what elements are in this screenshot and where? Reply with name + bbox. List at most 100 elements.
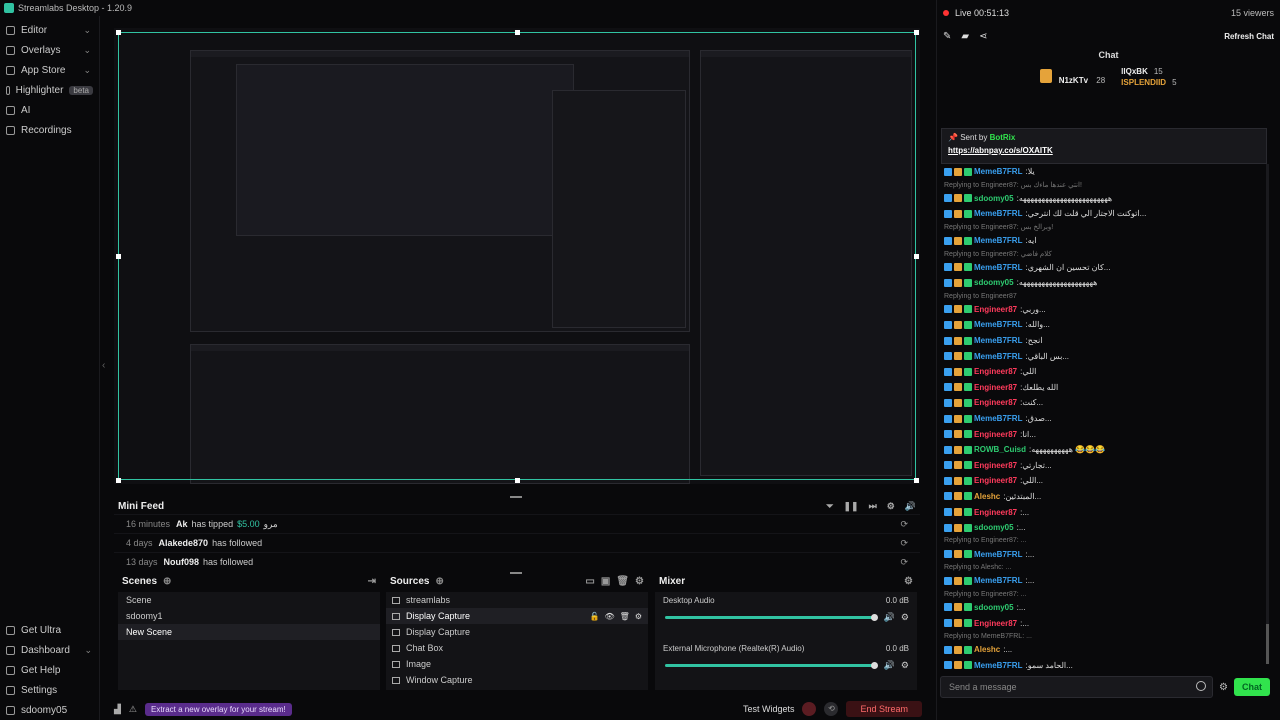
chevron-down-icon[interactable]: ⌄ xyxy=(83,65,91,76)
slider-knob[interactable] xyxy=(871,614,878,621)
chat-message[interactable]: Engineer87: ... xyxy=(944,504,1270,520)
repeat-alert-icon[interactable]: ⟳ xyxy=(900,519,908,530)
resize-handle[interactable] xyxy=(515,478,520,483)
pinned-message[interactable]: 📌 Sent by BotRix https://abnpay.co/s/OXA… xyxy=(941,128,1267,164)
lock-icon[interactable]: 🔓 xyxy=(590,612,600,621)
chat-message[interactable]: MemeB7FRL: ... xyxy=(944,546,1270,562)
edit-icon[interactable]: ✎ xyxy=(943,31,951,42)
mixer-gear-icon[interactable]: ⚙ xyxy=(901,612,909,623)
folder-icon[interactable]: ▭ xyxy=(585,576,594,587)
chat-username[interactable]: MemeB7FRL xyxy=(974,576,1022,585)
chat-username[interactable]: Aleshc xyxy=(974,492,1000,501)
mixer-settings-icon[interactable]: ⚙ xyxy=(904,576,913,587)
repeat-alert-icon[interactable]: ⟳ xyxy=(900,538,908,549)
chat-message[interactable]: MemeB7FRL: صدق... xyxy=(944,411,1270,427)
scene-collapse-icon[interactable]: ⇥ xyxy=(368,576,376,587)
source-item[interactable]: Display Capture xyxy=(386,624,648,640)
sidebar-item-app-store[interactable]: App Store ⌄ xyxy=(0,60,99,80)
source-item[interactable]: Window Capture xyxy=(386,672,648,688)
refresh-chat-button[interactable]: Refresh Chat xyxy=(1224,32,1274,41)
trash-icon[interactable]: 🗑 xyxy=(620,612,630,621)
replay-buffer-button[interactable]: ⟲ xyxy=(824,702,839,716)
chat-message[interactable]: MemeB7FRL: كان تحسين ان الشهري... xyxy=(944,259,1270,275)
chat-message[interactable]: Aleshc: المبتدئين... xyxy=(944,489,1270,505)
chat-message[interactable]: MemeB7FRL: والله... xyxy=(944,317,1270,333)
chat-message[interactable]: Engineer87: كنت... xyxy=(944,395,1270,411)
overlay-promo[interactable]: Extract a new overlay for your stream! xyxy=(145,702,292,716)
chat-message[interactable]: MemeB7FRL: بس الباقي... xyxy=(944,348,1270,364)
chat-message[interactable]: Engineer87: اللي... xyxy=(944,473,1270,489)
chat-username[interactable]: MemeB7FRL xyxy=(974,336,1022,345)
chat-username[interactable]: MemeB7FRL xyxy=(974,661,1022,670)
volume-slider[interactable] xyxy=(665,662,878,669)
record-button[interactable] xyxy=(802,702,817,716)
slider-knob[interactable] xyxy=(871,662,878,669)
chat-username[interactable]: Engineer87 xyxy=(974,430,1017,439)
chat-message[interactable]: Engineer87: وربي... xyxy=(944,302,1270,318)
test-widgets-button[interactable]: Test Widgets xyxy=(743,704,795,714)
chat-username[interactable]: Engineer87 xyxy=(974,461,1017,470)
chat-message[interactable]: sdoomy05: ههههههههههههههههههههه xyxy=(944,275,1270,291)
source-item[interactable]: Image xyxy=(386,656,648,672)
resize-handle[interactable] xyxy=(914,30,919,35)
chat-username[interactable]: MemeB7FRL xyxy=(974,414,1022,423)
sidebar-item-recordings[interactable]: Recordings xyxy=(0,120,99,140)
chat-send-button[interactable]: Chat xyxy=(1234,678,1270,696)
add-scene-icon[interactable]: ⊕ xyxy=(163,576,171,587)
chat-message[interactable]: sdoomy05: ... xyxy=(944,600,1270,616)
sidebar-item-highlighter[interactable]: Highlighter beta xyxy=(0,80,99,100)
alert-icon[interactable]: ⚠ xyxy=(129,704,137,715)
chat-username[interactable]: MemeB7FRL xyxy=(974,320,1022,329)
chat-username[interactable]: MemeB7FRL xyxy=(974,352,1022,361)
chat-username[interactable]: Engineer87 xyxy=(974,619,1017,628)
end-stream-button[interactable]: End Stream xyxy=(846,701,922,717)
add-source-icon[interactable]: ⊕ xyxy=(435,576,443,587)
chat-message[interactable]: MemeB7FRL: الحامد سمو... xyxy=(944,657,1270,672)
chat-username[interactable]: MemeB7FRL xyxy=(974,550,1022,559)
chat-username[interactable]: Engineer87 xyxy=(974,367,1017,376)
resize-handle[interactable] xyxy=(914,478,919,483)
chat-username[interactable]: Aleshc xyxy=(974,645,1000,654)
skip-icon[interactable]: ⏭ xyxy=(869,501,877,512)
chat-message[interactable]: MemeB7FRL: انجح xyxy=(944,333,1270,349)
chat-input[interactable]: Send a message xyxy=(940,676,1214,698)
chat-message[interactable]: MemeB7FRL: اتوكنت الاجتار الي قلت لك انت… xyxy=(944,206,1270,222)
collapse-sidebar-icon[interactable]: ‹ xyxy=(102,360,105,371)
chat-message[interactable]: sdoomy05: ههههههههههههههههههههههههه xyxy=(944,191,1270,207)
scene-item[interactable]: Scene xyxy=(118,592,380,608)
source-item[interactable]: streamlabs xyxy=(386,592,648,608)
chat-message[interactable]: Engineer87: ... xyxy=(944,615,1270,631)
group-icon[interactable]: ▣ xyxy=(601,576,610,587)
chat-username[interactable]: Engineer87 xyxy=(974,305,1017,314)
chevron-down-icon[interactable]: ⌄ xyxy=(83,45,91,56)
resize-handle[interactable] xyxy=(515,30,520,35)
chat-popout-icon[interactable]: ▰ xyxy=(961,31,969,42)
delete-source-icon[interactable]: 🗑 xyxy=(616,576,629,587)
repeat-alert-icon[interactable]: ⟳ xyxy=(900,557,908,568)
chat-username[interactable]: MemeB7FRL xyxy=(974,167,1022,176)
chat-username[interactable]: ROWB_Cuisd xyxy=(974,445,1026,454)
scene-item[interactable]: New Scene xyxy=(118,624,380,640)
sidebar-item-editor[interactable]: Editor ⌄ xyxy=(0,20,99,40)
chat-username[interactable]: Engineer87 xyxy=(974,383,1017,392)
scene-item[interactable]: sdoomy1 xyxy=(118,608,380,624)
sidebar-item-ai[interactable]: AI xyxy=(0,100,99,120)
gear-icon[interactable]: ⚙ xyxy=(635,612,642,621)
source-item[interactable]: Chat Box xyxy=(386,640,648,656)
chat-message[interactable]: MemeB7FRL: ... xyxy=(944,573,1270,589)
volume-icon[interactable]: 🔊 xyxy=(905,501,916,512)
chat-username[interactable]: sdoomy05 xyxy=(974,278,1014,287)
resize-handle[interactable] xyxy=(914,254,919,259)
chat-username[interactable]: Engineer87 xyxy=(974,476,1017,485)
sidebar-item-overlays[interactable]: Overlays ⌄ xyxy=(0,40,99,60)
source-item[interactable]: Display Capture 🔓 👁 🗑 ⚙ xyxy=(386,608,648,624)
chat-message[interactable]: Engineer87: تجارتي... xyxy=(944,458,1270,474)
mixer-gear-icon[interactable]: ⚙ xyxy=(901,660,909,671)
chat-username[interactable]: MemeB7FRL xyxy=(974,209,1022,218)
chat-username[interactable]: sdoomy05 xyxy=(974,603,1014,612)
chevron-down-icon[interactable]: ⌄ xyxy=(84,645,92,656)
chevron-down-icon[interactable]: ⌄ xyxy=(83,25,91,36)
chat-message[interactable]: Engineer87: انا... xyxy=(944,426,1270,442)
share-icon[interactable]: ⋖ xyxy=(979,31,987,42)
chat-scrollbar[interactable] xyxy=(1266,164,1269,664)
